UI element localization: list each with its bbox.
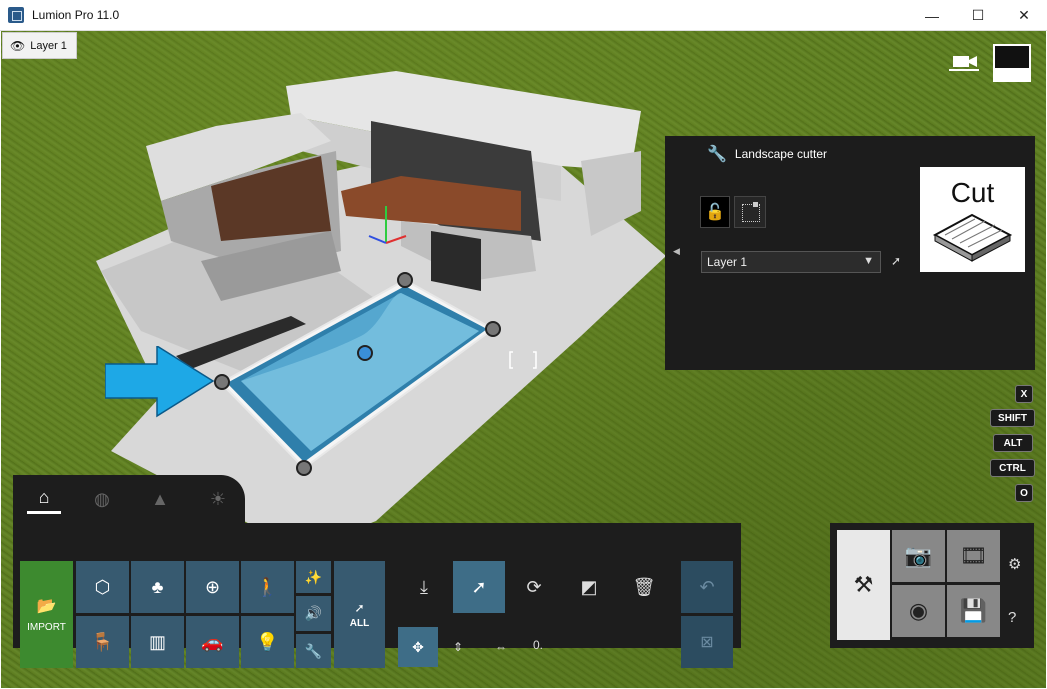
move-sideways-icon[interactable]: ⇔ bbox=[487, 627, 515, 667]
chevron-down-icon: ▼ bbox=[863, 255, 874, 267]
view-preview-thumbnail[interactable] bbox=[993, 44, 1031, 82]
key-ctrl: CTRL bbox=[990, 459, 1035, 477]
effects-wand-icon[interactable]: ✨ bbox=[296, 561, 331, 593]
import-button[interactable]: 📂 IMPORT bbox=[20, 561, 73, 668]
eye-icon: 👁 bbox=[10, 38, 26, 53]
wrench-icon: 🔧 bbox=[707, 146, 727, 163]
layer-badge-label: Layer 1 bbox=[30, 39, 67, 52]
utility-wrench-icon[interactable]: 🔧 bbox=[296, 634, 331, 668]
fence-icon[interactable]: ▥ bbox=[131, 616, 184, 668]
layer-dropdown[interactable]: Layer 1 ▼ bbox=[701, 251, 881, 273]
weather-icon[interactable]: ☀ bbox=[201, 484, 235, 514]
close-button[interactable]: ✕ bbox=[1001, 0, 1047, 31]
place-object-icon[interactable]: ⤓ bbox=[398, 561, 450, 613]
select-all-button[interactable]: ➚ ALL bbox=[334, 561, 385, 668]
tree-icon[interactable]: ♣ bbox=[131, 561, 184, 613]
photo-mode-icon[interactable]: 📷 bbox=[892, 530, 945, 582]
folder-icon: 📂 bbox=[36, 598, 57, 615]
scale-icon[interactable]: ◩ bbox=[563, 561, 615, 613]
select-arrow-icon: ➚ bbox=[354, 600, 365, 615]
movie-camera-icon[interactable] bbox=[949, 53, 979, 71]
help-icon[interactable]: ? bbox=[1008, 609, 1016, 626]
mode-dock: ⚒ 📷 🎞 ◉ 💾 ⚙ ? bbox=[830, 523, 1034, 648]
move-select-icon[interactable]: ➚ bbox=[453, 561, 505, 613]
add-nature-icon[interactable]: ⊕ bbox=[186, 561, 239, 613]
window-title: Lumion Pro 11.0 bbox=[32, 8, 120, 22]
undo-icon[interactable]: ↶ bbox=[681, 561, 733, 613]
movie-mode-icon[interactable]: 🎞 bbox=[947, 530, 1000, 582]
chair-icon[interactable]: 🪑 bbox=[76, 616, 129, 668]
value-input[interactable]: 0. bbox=[533, 638, 543, 652]
landscape-cutter-panel: ◀ 🔧 Landscape cutter 🔓 Layer 1 ▼ ➚ Cut bbox=[665, 136, 1035, 370]
landscape-icon[interactable]: ▲ bbox=[143, 484, 177, 514]
object-toolbar: 📂 IMPORT ⬡ ♣ ⊕ 🚶 ✨ 🔊 🔧 🪑 ▥ 🚗 💡 ➚ ALL ⤓ ➚… bbox=[13, 523, 741, 668]
move-height-icon[interactable]: ⇕ bbox=[445, 627, 471, 667]
settings-gear-icon[interactable]: ⚙ bbox=[1008, 555, 1021, 573]
cut-preview-thumbnail: Cut bbox=[920, 167, 1025, 272]
import-label: IMPORT bbox=[27, 622, 66, 633]
keyboard-hints: X SHIFT ALT CTRL O bbox=[990, 385, 1036, 505]
move-xz-icon[interactable]: ✥ bbox=[398, 627, 438, 667]
key-shift: SHIFT bbox=[990, 409, 1035, 427]
key-o: O bbox=[1015, 484, 1033, 502]
maximize-button[interactable]: ☐ bbox=[955, 0, 1001, 31]
callout-arrow-icon bbox=[105, 346, 215, 418]
minimize-button[interactable]: — bbox=[909, 0, 955, 31]
home-icon[interactable]: ⌂ bbox=[27, 484, 61, 514]
bounds-resize-icon[interactable] bbox=[734, 196, 766, 228]
category-tabs: ⌂ ◍ ▲ ☀ bbox=[13, 475, 245, 523]
car-icon[interactable]: 🚗 bbox=[186, 616, 239, 668]
key-alt: ALT bbox=[993, 434, 1033, 452]
panel-title: Landscape cutter bbox=[734, 147, 827, 161]
lumion-app-icon bbox=[8, 7, 24, 23]
active-layer-badge[interactable]: 👁 Layer 1 bbox=[2, 32, 77, 59]
panel-header: 🔧 Landscape cutter bbox=[707, 144, 827, 164]
select-all-label: ALL bbox=[349, 617, 370, 629]
title-bar: Lumion Pro 11.0 — ☐ ✕ bbox=[0, 0, 1047, 31]
layer-dropdown-value: Layer 1 bbox=[707, 255, 748, 269]
material-icon[interactable]: ◍ bbox=[85, 484, 119, 514]
window-controls: — ☐ ✕ bbox=[909, 0, 1047, 31]
key-x: X bbox=[1015, 385, 1033, 403]
light-bulb-icon[interactable]: 💡 bbox=[241, 616, 294, 668]
rotate-icon[interactable]: ⟳ bbox=[508, 561, 560, 613]
unlock-icon[interactable]: 🔓 bbox=[700, 196, 730, 228]
sound-icon[interactable]: 🔊 bbox=[296, 596, 331, 631]
build-mode-icon[interactable]: ⚒ bbox=[837, 530, 890, 640]
cut-shape-icon bbox=[932, 213, 1013, 262]
panorama-mode-icon[interactable]: ◉ bbox=[892, 585, 945, 637]
deselect-icon[interactable]: ⊠ bbox=[681, 616, 733, 668]
collapse-panel-icon[interactable]: ◀ bbox=[673, 246, 680, 257]
person-icon[interactable]: 🚶 bbox=[241, 561, 294, 613]
pick-layer-arrow-icon[interactable]: ➚ bbox=[891, 254, 901, 268]
nature-house-icon[interactable]: ⬡ bbox=[76, 561, 129, 613]
save-icon[interactable]: 💾 bbox=[947, 585, 1000, 637]
delete-icon[interactable]: 🗑 bbox=[618, 561, 670, 613]
